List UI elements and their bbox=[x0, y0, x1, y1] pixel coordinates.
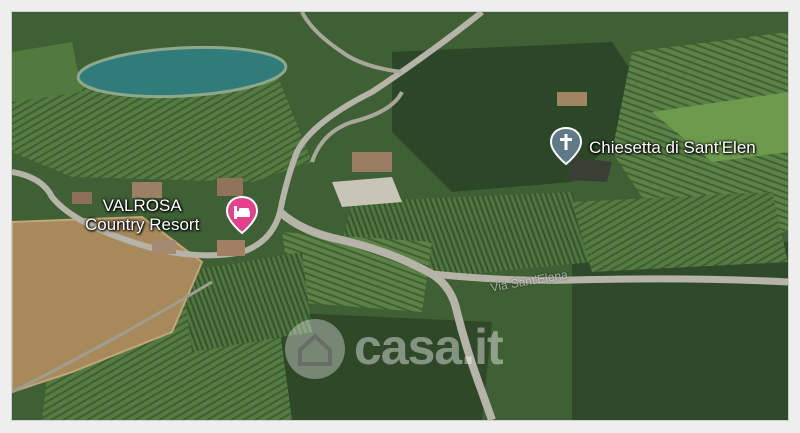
valrosa-label-line2: Country Resort bbox=[85, 215, 200, 234]
hotel-pin[interactable] bbox=[225, 195, 259, 235]
chiesetta-label[interactable]: Chiesetta di Sant'Elen bbox=[589, 138, 756, 157]
church-pin[interactable] bbox=[549, 126, 583, 166]
valrosa-label-line1: VALROSA bbox=[102, 196, 182, 215]
house-logo-icon bbox=[285, 319, 345, 379]
casa-it-watermark: casa.it bbox=[282, 312, 542, 392]
hotel-bed-icon bbox=[225, 195, 259, 235]
valrosa-label[interactable]: VALROSA Country Resort bbox=[85, 196, 199, 234]
map-viewport[interactable]: VALROSA Country Resort Chiesetta di Sant… bbox=[12, 12, 788, 420]
church-cross-icon bbox=[549, 126, 583, 166]
watermark-text: casa.it bbox=[354, 319, 504, 375]
